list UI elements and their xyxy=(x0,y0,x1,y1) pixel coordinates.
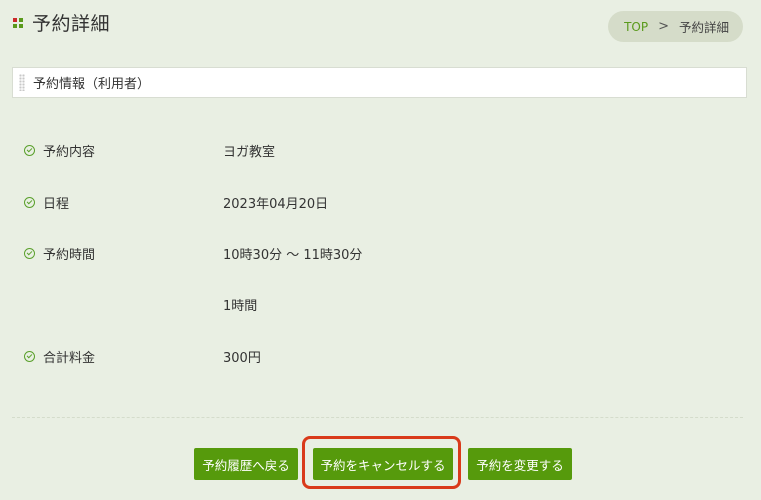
divider xyxy=(12,417,743,418)
breadcrumb-current: 予約詳細 xyxy=(678,20,729,35)
detail-value: 2023年04月20日 xyxy=(223,197,329,212)
cancel-reservation-button[interactable]: 予約をキャンセルする xyxy=(313,448,453,480)
grip-icon xyxy=(19,74,25,91)
detail-value: ヨガ教室 xyxy=(223,145,276,160)
back-to-history-button[interactable]: 予約履歴へ戻る xyxy=(194,448,298,480)
detail-label: 予約内容 xyxy=(43,145,96,160)
page-title: 予約詳細 xyxy=(13,9,110,36)
detail-row-total: 合計料金 xyxy=(24,347,223,366)
title-mark-icon xyxy=(13,17,23,28)
detail-row-content: 予約内容 xyxy=(24,141,223,160)
breadcrumb: TOP > 予約詳細 xyxy=(608,11,743,42)
section-header: 予約情報（利用者） xyxy=(12,67,747,98)
detail-row-date: 日程 xyxy=(24,193,223,212)
detail-value-duration: 1時間 xyxy=(223,299,258,314)
breadcrumb-home-link[interactable]: TOP xyxy=(624,20,648,34)
detail-label: 予約時間 xyxy=(43,248,96,263)
chevron-right-icon: > xyxy=(658,19,669,34)
detail-label: 合計料金 xyxy=(43,351,96,366)
detail-label: 日程 xyxy=(43,197,70,212)
check-circle-icon xyxy=(24,145,35,156)
section-title: 予約情報（利用者） xyxy=(33,77,151,92)
detail-value: 10時30分 ～ 11時30分 xyxy=(223,248,363,263)
change-reservation-button[interactable]: 予約を変更する xyxy=(468,448,572,480)
detail-row-time: 予約時間 xyxy=(24,244,223,263)
detail-value: 300円 xyxy=(223,351,261,366)
check-circle-icon xyxy=(24,351,35,362)
check-circle-icon xyxy=(24,197,35,208)
check-circle-icon xyxy=(24,248,35,259)
page-title-text: 予約詳細 xyxy=(32,13,111,35)
